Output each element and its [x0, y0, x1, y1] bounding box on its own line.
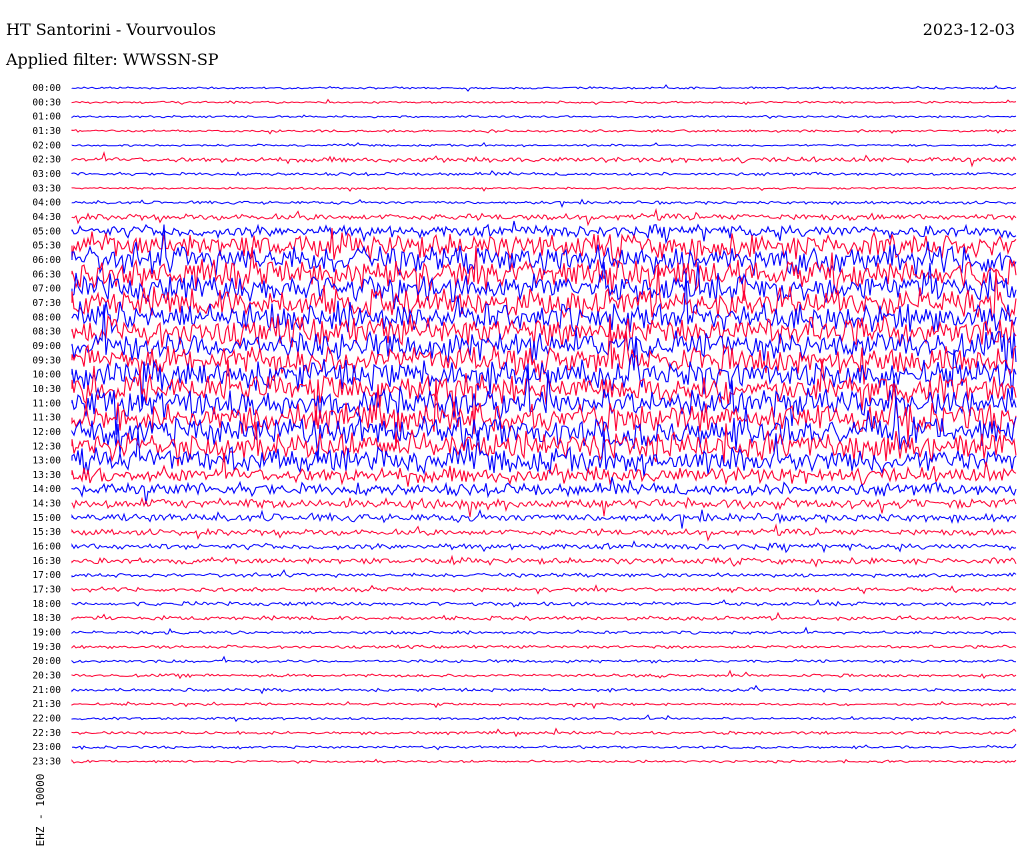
traces-group [71, 84, 1017, 764]
tick-labels-group: 00:00 00:30 01:00 01:30 02:00 02:30 03:00 03:30… [32, 83, 61, 768]
y-tick-label: 09:00 [32, 341, 61, 352]
y-tick-label: 21:00 [32, 685, 61, 696]
trace-line [71, 151, 1017, 168]
y-tick-label: 11:00 [32, 398, 61, 409]
y-tick-label: 14:30 [32, 499, 61, 510]
trace-line [71, 554, 1017, 568]
y-tick-label: 00:30 [32, 97, 61, 108]
trace-line [71, 700, 1017, 710]
helicorder-plot: 00:00 00:30 01:00 01:30 02:00 02:30 03:00 03:30… [32, 83, 1017, 768]
y-tick-label: 01:00 [32, 112, 61, 123]
y-tick-label: 03:00 [32, 169, 61, 180]
y-tick-label: 23:00 [32, 742, 61, 753]
trace-line [71, 644, 1017, 650]
y-tick-label: 11:30 [32, 413, 61, 424]
y-tick-label: 05:30 [32, 241, 61, 252]
trace-line [71, 198, 1017, 208]
trace-line [71, 569, 1017, 579]
y-tick-label: 19:30 [32, 642, 61, 653]
trace-line [71, 599, 1017, 608]
trace-line [71, 743, 1017, 751]
y-tick-label: 06:30 [32, 269, 61, 280]
trace-line [71, 714, 1017, 723]
y-tick-label: 22:30 [32, 728, 61, 739]
y-tick-label: 04:30 [32, 212, 61, 223]
trace-line [71, 584, 1017, 595]
y-tick-label: 09:30 [32, 355, 61, 366]
trace-line [71, 170, 1017, 177]
y-tick-label: 00:00 [32, 83, 61, 94]
y-tick-label: 02:00 [32, 140, 61, 151]
y-tick-label: 13:30 [32, 470, 61, 481]
trace-line [71, 540, 1017, 554]
y-tick-label: 03:30 [32, 183, 61, 194]
y-tick-label: 04:00 [32, 198, 61, 209]
y-tick-label: 10:00 [32, 370, 61, 381]
trace-line [71, 496, 1017, 518]
y-tick-label: 01:30 [32, 126, 61, 137]
y-tick-label: 05:00 [32, 226, 61, 237]
y-tick-label: 15:00 [32, 513, 61, 524]
y-tick-label: 06:00 [32, 255, 61, 266]
y-tick-label: 21:30 [32, 699, 61, 710]
y-tick-label: 12:30 [32, 441, 61, 452]
y-tick-label: 15:30 [32, 527, 61, 538]
y-tick-label: 22:00 [32, 714, 61, 725]
trace-line [71, 655, 1017, 664]
y-tick-label: 10:30 [32, 384, 61, 395]
trace-line [71, 476, 1017, 505]
trace-line [71, 141, 1017, 148]
y-axis-label: EHZ - 10000 [33, 773, 47, 846]
y-tick-label: 16:30 [32, 556, 61, 567]
y-tick-label: 20:30 [32, 671, 61, 682]
y-tick-label: 17:00 [32, 570, 61, 581]
y-tick-label: 18:30 [32, 613, 61, 624]
trace-line [71, 84, 1017, 92]
trace-line [71, 186, 1017, 192]
y-tick-label: 19:00 [32, 628, 61, 639]
y-tick-label: 20:00 [32, 656, 61, 667]
trace-line [71, 684, 1017, 695]
y-tick-label: 12:00 [32, 427, 61, 438]
trace-line [71, 128, 1017, 135]
y-tick-label: 17:30 [32, 585, 61, 596]
y-tick-label: 18:00 [32, 599, 61, 610]
y-tick-label: 07:30 [32, 298, 61, 309]
y-tick-label: 07:00 [32, 284, 61, 295]
trace-line [71, 336, 1017, 408]
y-tick-label: 02:30 [32, 155, 61, 166]
y-tick-label: 08:00 [32, 312, 61, 323]
trace-line [71, 508, 1017, 529]
y-tick-label: 13:00 [32, 456, 61, 467]
y-tick-label: 23:30 [32, 757, 61, 768]
y-tick-label: 16:00 [32, 542, 61, 553]
y-tick-label: 08:30 [32, 327, 61, 338]
trace-line [71, 727, 1017, 738]
trace-line [71, 626, 1017, 635]
trace-line [71, 220, 1017, 245]
trace-line [71, 207, 1017, 227]
trace-line [71, 114, 1017, 119]
trace-line [71, 523, 1017, 542]
y-tick-label: 14:00 [32, 484, 61, 495]
trace-line [71, 669, 1017, 680]
trace-line [71, 261, 1017, 310]
trace-line [71, 98, 1017, 106]
trace-line [71, 611, 1017, 622]
trace-line [71, 758, 1017, 764]
